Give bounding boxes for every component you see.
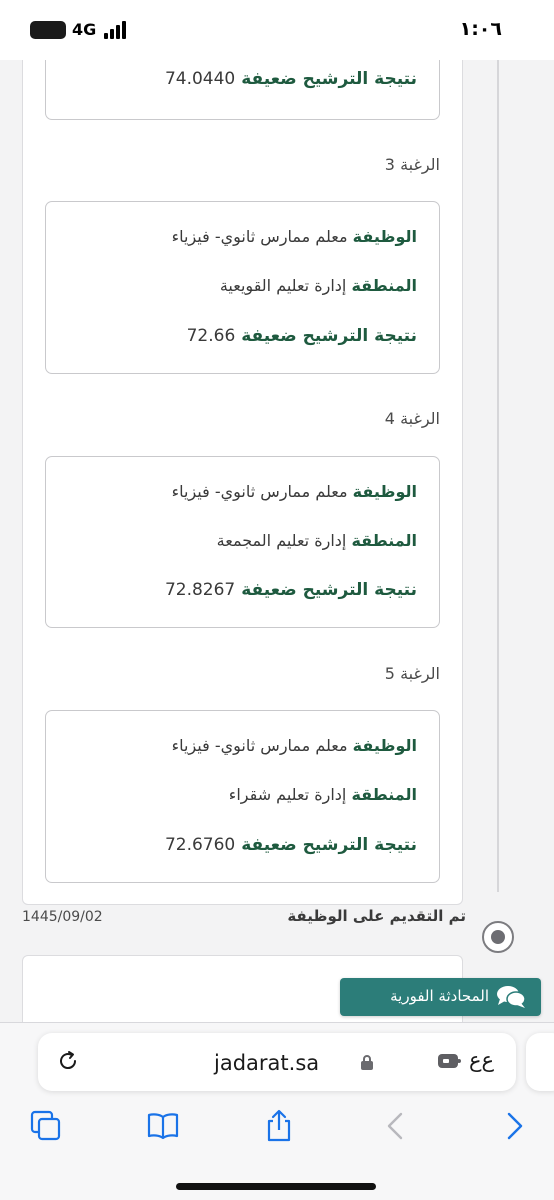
result-row: نتيجة الترشيح ضعيفة 72.8267 (165, 580, 417, 600)
share-icon[interactable] (261, 1108, 297, 1144)
wish-title-3: الرغبة 3 (384, 155, 440, 174)
result-row: نتيجة الترشيح ضعيفة 72.66 (187, 326, 417, 346)
next-tab-preview[interactable] (526, 1033, 554, 1091)
job-label: الوظيفة (352, 736, 417, 755)
result-label: نتيجة الترشيح ضعيفة (241, 326, 417, 346)
job-label: الوظيفة (352, 227, 417, 246)
region-value: إدارة تعليم المجمعة (216, 531, 347, 550)
status-bar: 4G ١:٠٦ (0, 0, 554, 60)
region-label: المنطقة (351, 531, 417, 550)
network-type: 4G (72, 20, 97, 39)
result-label: نتيجة الترشيح ضعيفة (241, 580, 417, 600)
wish-card-4: الوظيفة معلم ممارس ثانوي- فيزياء المنطقة… (45, 456, 440, 628)
job-value: معلم ممارس ثانوي- فيزياء (171, 227, 348, 246)
region-row: المنطقة إدارة تعليم شقراء (229, 785, 417, 804)
job-value: معلم ممارس ثانوي- فيزياء (171, 482, 348, 501)
region-label: المنطقة (351, 276, 417, 295)
page-menu-button[interactable]: ع‌ع (469, 1048, 494, 1072)
wish-card-2: نتيجة الترشيح ضعيفة 74.0440 (45, 60, 440, 120)
timeline-line (497, 60, 499, 892)
live-chat-button[interactable]: المحادثة الفورية (340, 978, 541, 1016)
result-row: نتيجة الترشيح ضعيفة 74.0440 (165, 69, 417, 89)
job-row: الوظيفة معلم ممارس ثانوي- فيزياء (172, 736, 417, 755)
region-row: المنطقة إدارة تعليم المجمعة (217, 531, 417, 550)
address-bar[interactable]: jadarat.sa ع‌ع (38, 1033, 516, 1091)
wish-card-3: الوظيفة معلم ممارس ثانوي- فيزياء المنطقة… (45, 201, 440, 374)
wish-title-5: الرغبة 5 (384, 664, 440, 683)
battery-icon (30, 21, 66, 39)
job-value: معلم ممارس ثانوي- فيزياء (171, 736, 348, 755)
forward-icon[interactable] (496, 1108, 532, 1144)
wish-card-5: الوظيفة معلم ممارس ثانوي- فيزياء المنطقة… (45, 710, 440, 883)
result-value: 72.66 (186, 326, 236, 346)
job-row: الوظيفة معلم ممارس ثانوي- فيزياء (172, 482, 417, 501)
region-row: المنطقة إدارة تعليم القويعية (220, 276, 417, 295)
signal-icon (104, 21, 130, 39)
chat-bubbles-icon (497, 986, 526, 1008)
bookmarks-icon[interactable] (145, 1108, 181, 1144)
result-row: نتيجة الترشيح ضعيفة 72.6760 (165, 835, 417, 855)
page-content: نتيجة الترشيح ضعيفة 74.0440 الرغبة 3 الو… (0, 60, 554, 1022)
tabs-icon[interactable] (28, 1108, 64, 1144)
back-icon[interactable] (378, 1108, 414, 1144)
lock-icon (361, 1055, 373, 1070)
submitted-date: 1445/09/02 (22, 909, 103, 925)
timeline-radio[interactable] (482, 921, 514, 953)
result-label: نتيجة الترشيح ضعيفة (241, 69, 417, 89)
extension-icon[interactable] (436, 1051, 462, 1071)
result-value: 72.6760 (164, 835, 236, 855)
region-value: إدارة تعليم القويعية (219, 276, 347, 295)
wish-title-4: الرغبة 4 (384, 409, 440, 428)
result-value: 74.0440 (164, 69, 236, 89)
url-text[interactable]: jadarat.sa (214, 1051, 319, 1075)
job-row: الوظيفة معلم ممارس ثانوي- فيزياء (172, 227, 417, 246)
home-indicator (176, 1183, 376, 1190)
browser-chrome: jadarat.sa ع‌ع (0, 1022, 554, 1200)
result-label: نتيجة الترشيح ضعيفة (241, 835, 417, 855)
job-label: الوظيفة (352, 482, 417, 501)
region-label: المنطقة (351, 785, 417, 804)
submitted-label: تم التقديم على الوظيفة (287, 907, 466, 925)
live-chat-label: المحادثة الفورية (390, 987, 489, 1005)
status-time: ١:٠٦ (459, 18, 502, 40)
reload-icon[interactable] (56, 1049, 80, 1073)
result-value: 72.8267 (164, 580, 236, 600)
region-value: إدارة تعليم شقراء (228, 785, 347, 804)
